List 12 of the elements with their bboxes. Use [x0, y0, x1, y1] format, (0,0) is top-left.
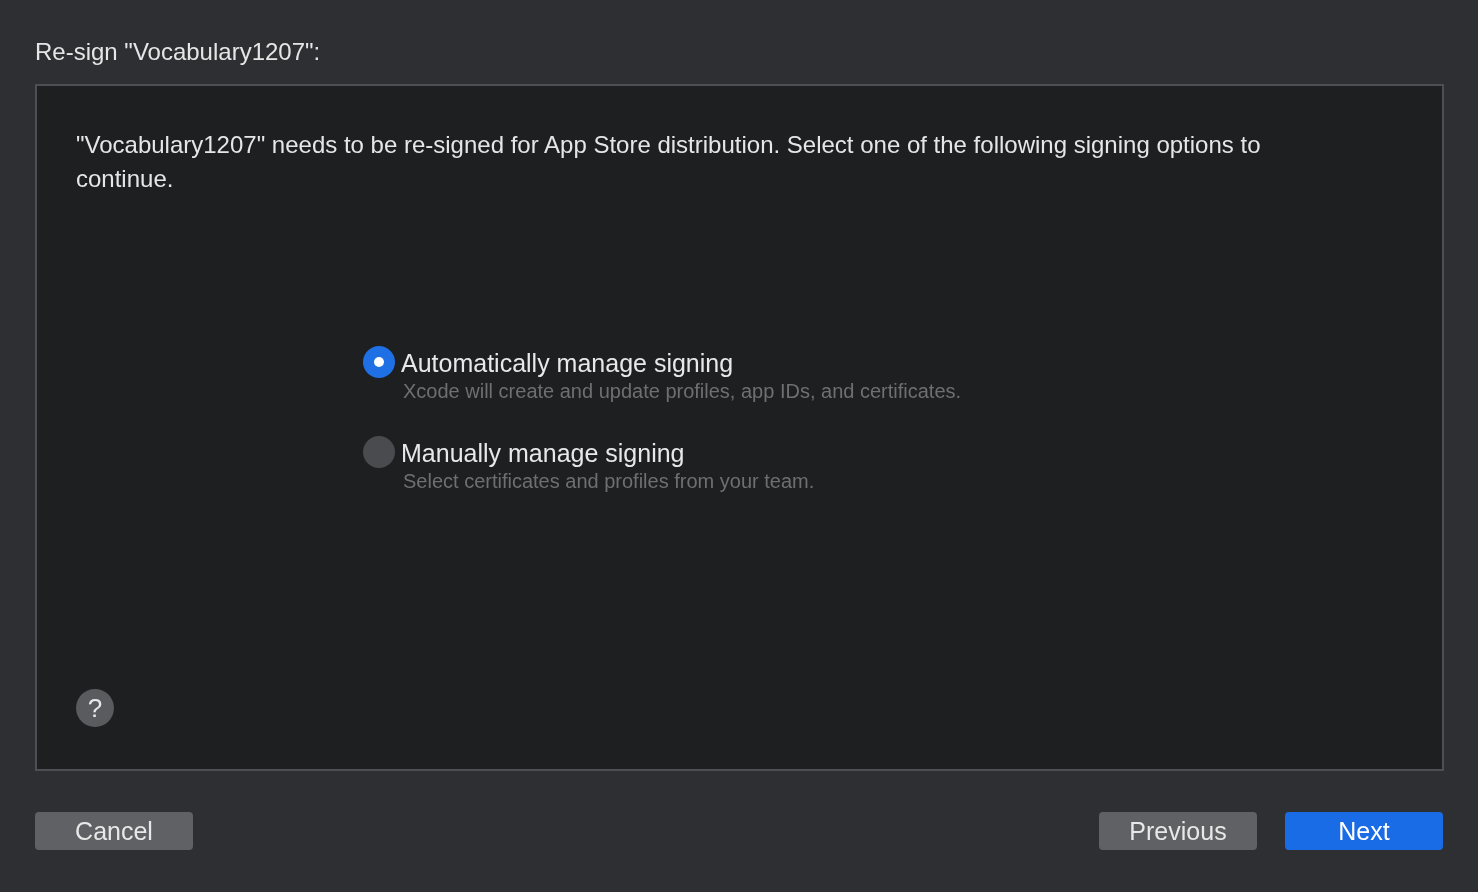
- option-description: Xcode will create and update profiles, app IDs, and certificates.: [403, 379, 962, 404]
- dialog-button[interactable]: Next: [1285, 812, 1443, 850]
- dialog-title: Re-sign "Vocabulary1207":: [35, 37, 321, 67]
- instruction-text: "Vocabulary1207" needs to be re-signed for App Store distribution. Select one of the following signing options to continue.: [76, 130, 1262, 194]
- radio-button[interactable]: [363, 346, 395, 378]
- radio-button[interactable]: [363, 436, 395, 468]
- dialog-button[interactable]: Previous: [1099, 812, 1257, 850]
- help-button[interactable]: ?: [76, 689, 114, 727]
- option-label[interactable]: Manually manage signing: [401, 438, 815, 468]
- option-label[interactable]: Automatically manage signing: [401, 348, 962, 378]
- option-description: Select certificates and profiles from your team.: [403, 469, 815, 494]
- dialog-button[interactable]: Cancel: [35, 812, 193, 850]
